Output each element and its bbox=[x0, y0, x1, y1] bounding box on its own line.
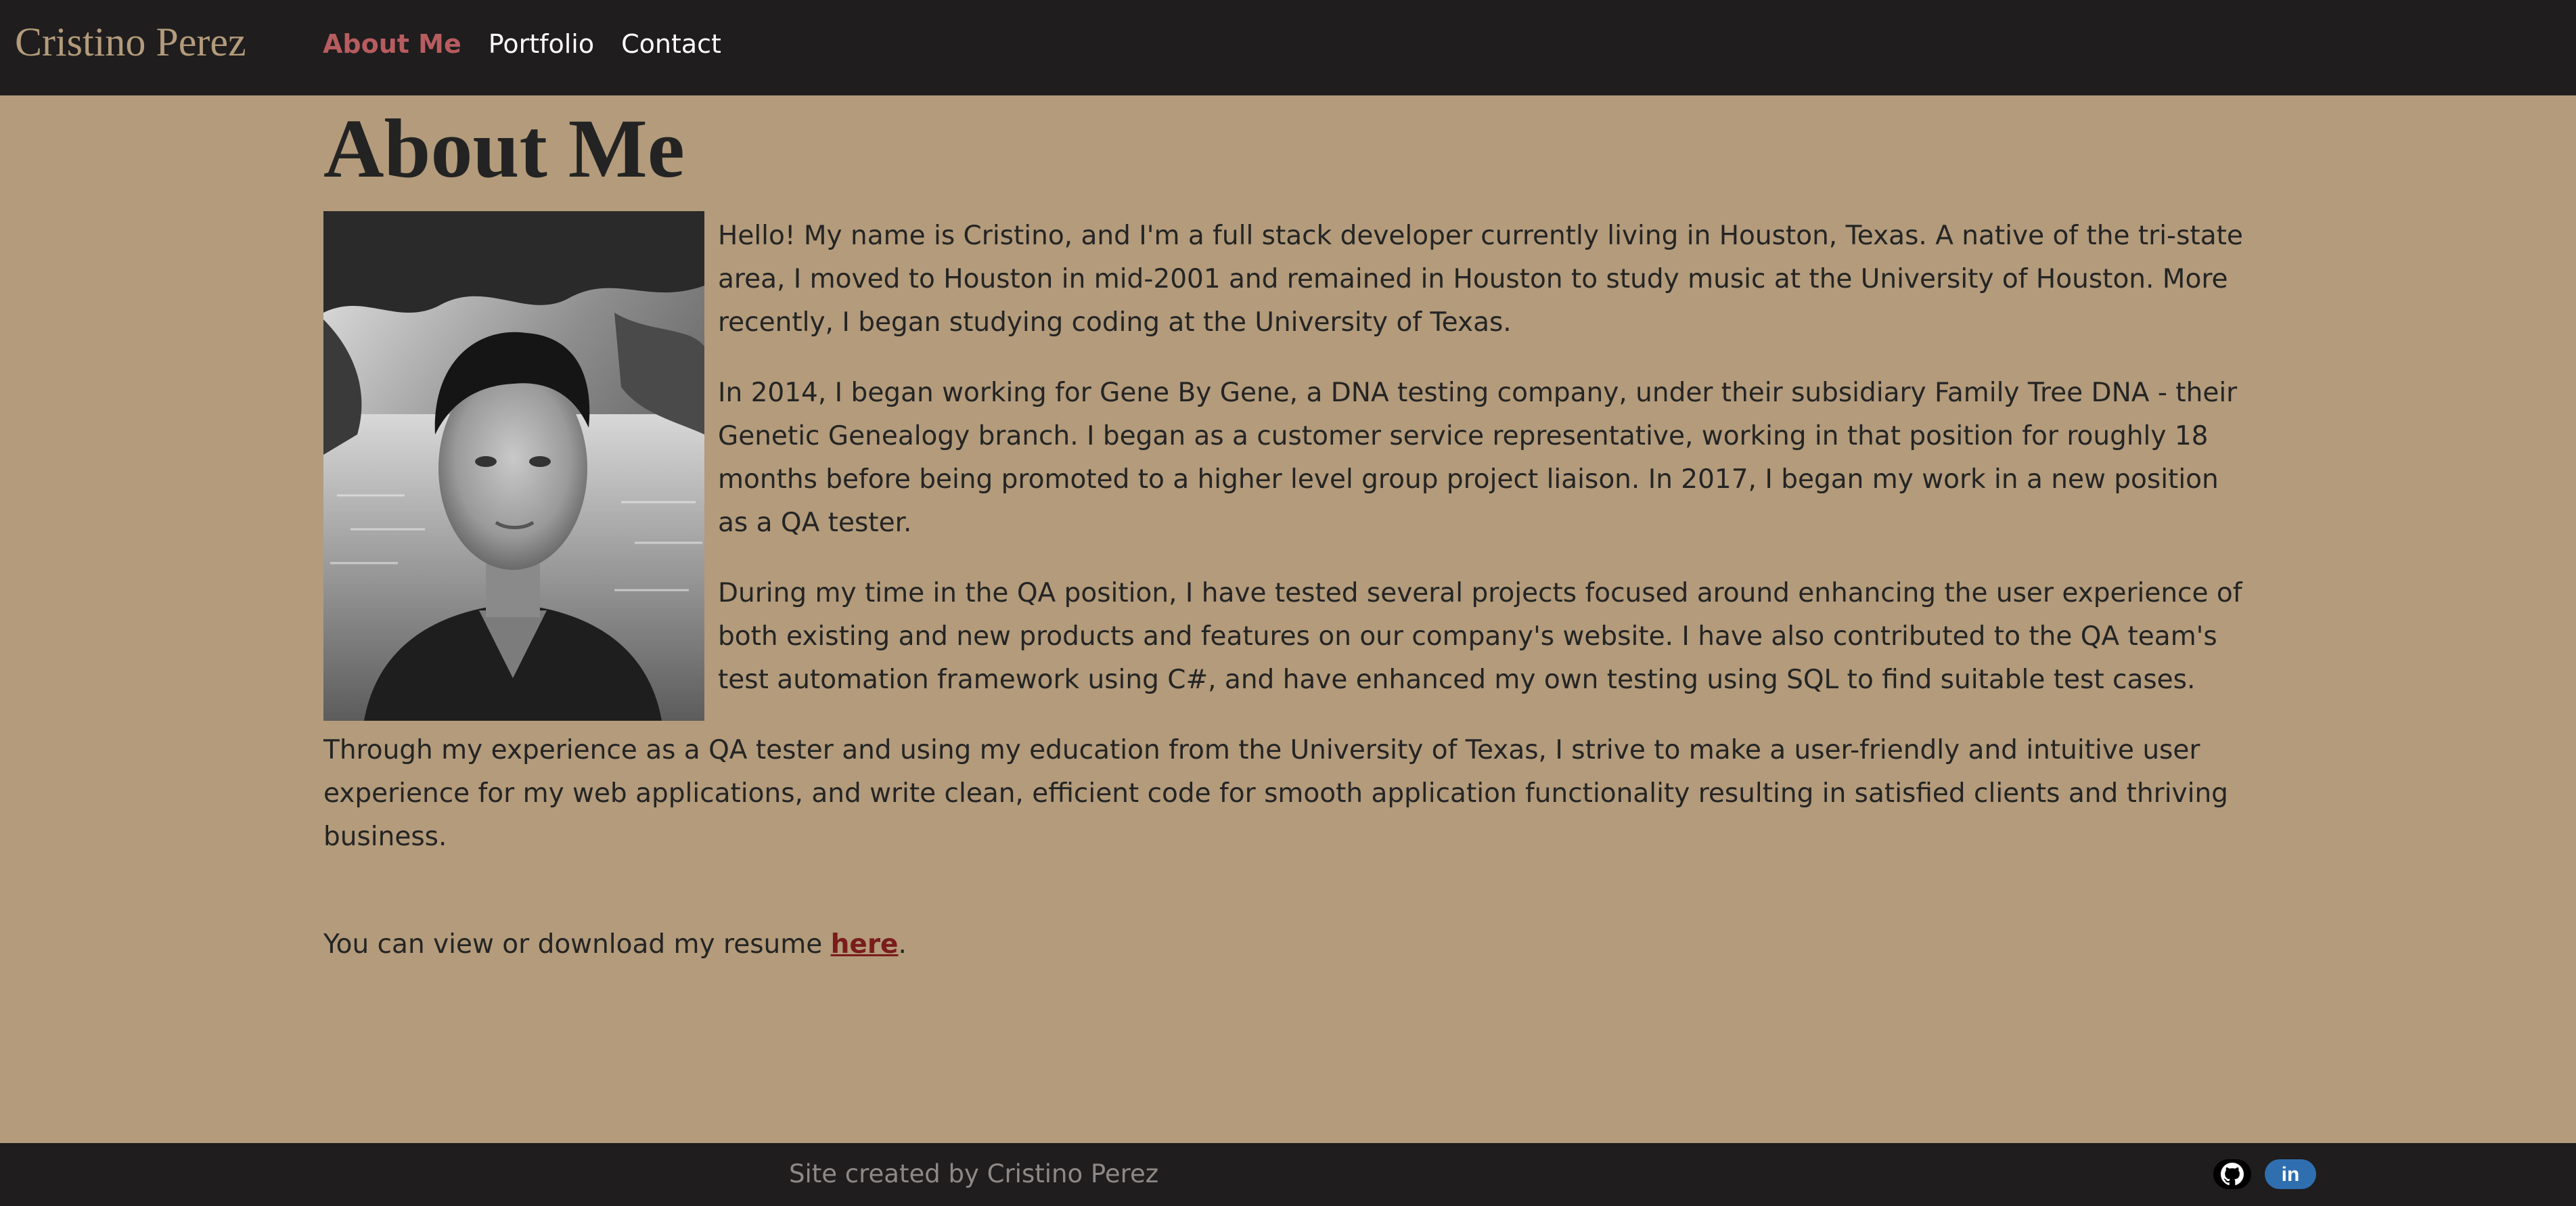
about-content: Hello! My name is Cristino, and I'm a fu… bbox=[323, 209, 2247, 886]
nav-portfolio[interactable]: Portfolio bbox=[489, 26, 594, 62]
resume-line: You can view or download my resume here. bbox=[323, 923, 907, 966]
linkedin-label: in bbox=[2282, 1163, 2300, 1186]
footer-credit: Site created by Cristino Perez bbox=[789, 1159, 1159, 1188]
portrait-photo bbox=[323, 211, 704, 721]
github-icon-glyph bbox=[2221, 1163, 2244, 1186]
portrait-image bbox=[323, 211, 704, 721]
resume-link[interactable]: here bbox=[831, 929, 899, 960]
resume-suffix: . bbox=[898, 929, 907, 960]
page-title: About Me bbox=[323, 102, 685, 195]
linkedin-icon-glyph: in bbox=[2282, 1163, 2300, 1186]
brand-name[interactable]: Cristino Perez bbox=[15, 16, 246, 68]
github-icon[interactable] bbox=[2213, 1159, 2251, 1189]
main-nav: About Me Portfolio Contact bbox=[323, 26, 721, 62]
resume-text: You can view or download my resume bbox=[323, 929, 831, 960]
nav-about-me[interactable]: About Me bbox=[323, 26, 461, 62]
footer: Site created by Cristino Perez in bbox=[0, 1143, 2576, 1206]
about-paragraph-4: Through my experience as a QA tester and… bbox=[323, 735, 2228, 852]
nav-contact[interactable]: Contact bbox=[621, 26, 721, 62]
navbar: Cristino Perez About Me Portfolio Contac… bbox=[0, 0, 2576, 95]
linkedin-icon[interactable]: in bbox=[2265, 1159, 2316, 1189]
